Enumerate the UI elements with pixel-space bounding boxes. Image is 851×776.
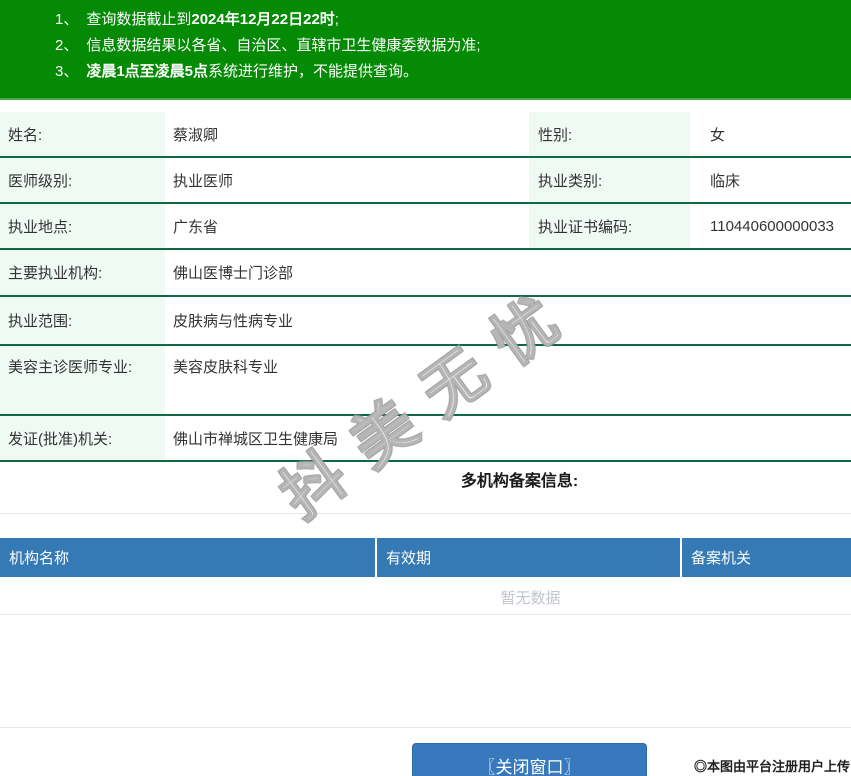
notice-text: 查询数据截止到 <box>86 11 192 28</box>
gender-value: 女 <box>710 126 726 144</box>
doctor-level-value: 执业医师 <box>173 172 234 190</box>
physician-query-result-page: 1、 查询数据截止到2024年12月22日22时; 2、 信息数据结果以各省、自治区… <box>0 0 851 776</box>
notice-text: 系统进行维护，不能提供查询。 <box>208 63 419 80</box>
close-window-button[interactable]: 〖关闭窗口〗 <box>412 743 647 776</box>
registry-table-header: 机构名称 有效期 备案机关 <box>0 538 851 577</box>
practice-place-label: 执业地点: <box>0 204 165 248</box>
notice-number: 1、 <box>55 11 79 28</box>
beauty-specialty-value: 美容皮肤科专业 <box>173 359 279 376</box>
notice-bold-text: 2024年12月22日22时 <box>191 11 335 28</box>
notice-banner: 1、 查询数据截止到2024年12月22日22时; 2、 信息数据结果以各省、自治区… <box>0 0 851 100</box>
table-row: 美容主诊医师专业: 美容皮肤科专业 <box>0 346 851 416</box>
table-row: 主要执业机构: 佛山医博士门诊部 <box>0 250 851 297</box>
name-value: 蔡淑卿 <box>173 126 219 144</box>
table-row: 执业范围: 皮肤病与性病专业 <box>0 297 851 346</box>
certificate-number-label: 执业证书编码: <box>529 204 690 248</box>
table-row: 执业地点: 广东省 执业证书编码: 110440600000033 <box>0 204 851 250</box>
table-row: 发证(批准)机关: 佛山市禅城区卫生健康局 <box>0 416 851 462</box>
notice-line-2: 2、 信息数据结果以各省、自治区、直辖市卫生健康委数据为准; <box>0 33 851 59</box>
divider <box>0 727 851 728</box>
notice-line-1: 1、 查询数据截止到2024年12月22日22时; <box>0 7 851 33</box>
no-data-placeholder: 暂无数据 <box>500 590 561 607</box>
practice-category-label: 执业类别: <box>529 158 690 202</box>
notice-text: 信息数据结果以各省、自治区、直辖市卫生健康委数据为准; <box>86 37 481 54</box>
doctor-level-label: 医师级别: <box>0 158 165 202</box>
notice-text: ; <box>334 11 339 28</box>
certificate-number-value: 110440600000033 <box>710 217 835 235</box>
gender-label: 性别: <box>529 112 690 156</box>
notice-line-3: 3、 凌晨1点至凌晨5点系统进行维护，不能提供查询。 <box>0 59 851 85</box>
upload-credit-text: ◎本图由平台注册用户上传 <box>693 759 850 774</box>
notice-number: 3、 <box>55 63 79 80</box>
beauty-specialty-label: 美容主诊医师专业: <box>0 346 165 414</box>
issuing-authority-label: 发证(批准)机关: <box>0 416 165 460</box>
table-row: 医师级别: 执业医师 执业类别: 临床 <box>0 158 851 204</box>
main-org-value: 佛山医博士门诊部 <box>173 265 294 282</box>
notice-number: 2、 <box>55 37 79 54</box>
practice-scope-label: 执业范围: <box>0 297 165 344</box>
name-label: 姓名: <box>0 112 165 156</box>
divider <box>0 513 851 514</box>
notice-bold-text: 凌晨1点至凌晨5点 <box>86 63 209 80</box>
validity-column-header: 有效期 <box>375 538 680 577</box>
practice-scope-value: 皮肤病与性病专业 <box>173 313 294 330</box>
record-authority-column-header: 备案机关 <box>680 538 851 577</box>
divider <box>0 614 851 615</box>
issuing-authority-value: 佛山市禅城区卫生健康局 <box>173 430 339 448</box>
practice-place-value: 广东省 <box>173 218 219 236</box>
table-row: 姓名: 蔡淑卿 性别: 女 <box>0 112 851 158</box>
practice-category-value: 临床 <box>710 172 741 190</box>
multi-org-section-title: 多机构备案信息: <box>460 473 579 490</box>
org-name-column-header: 机构名称 <box>9 550 70 567</box>
doctor-info-table: 姓名: 蔡淑卿 性别: 女 医师级别: 执业医师 执业类别: 临床 执业地点: … <box>0 112 851 462</box>
main-org-label: 主要执业机构: <box>0 250 165 295</box>
